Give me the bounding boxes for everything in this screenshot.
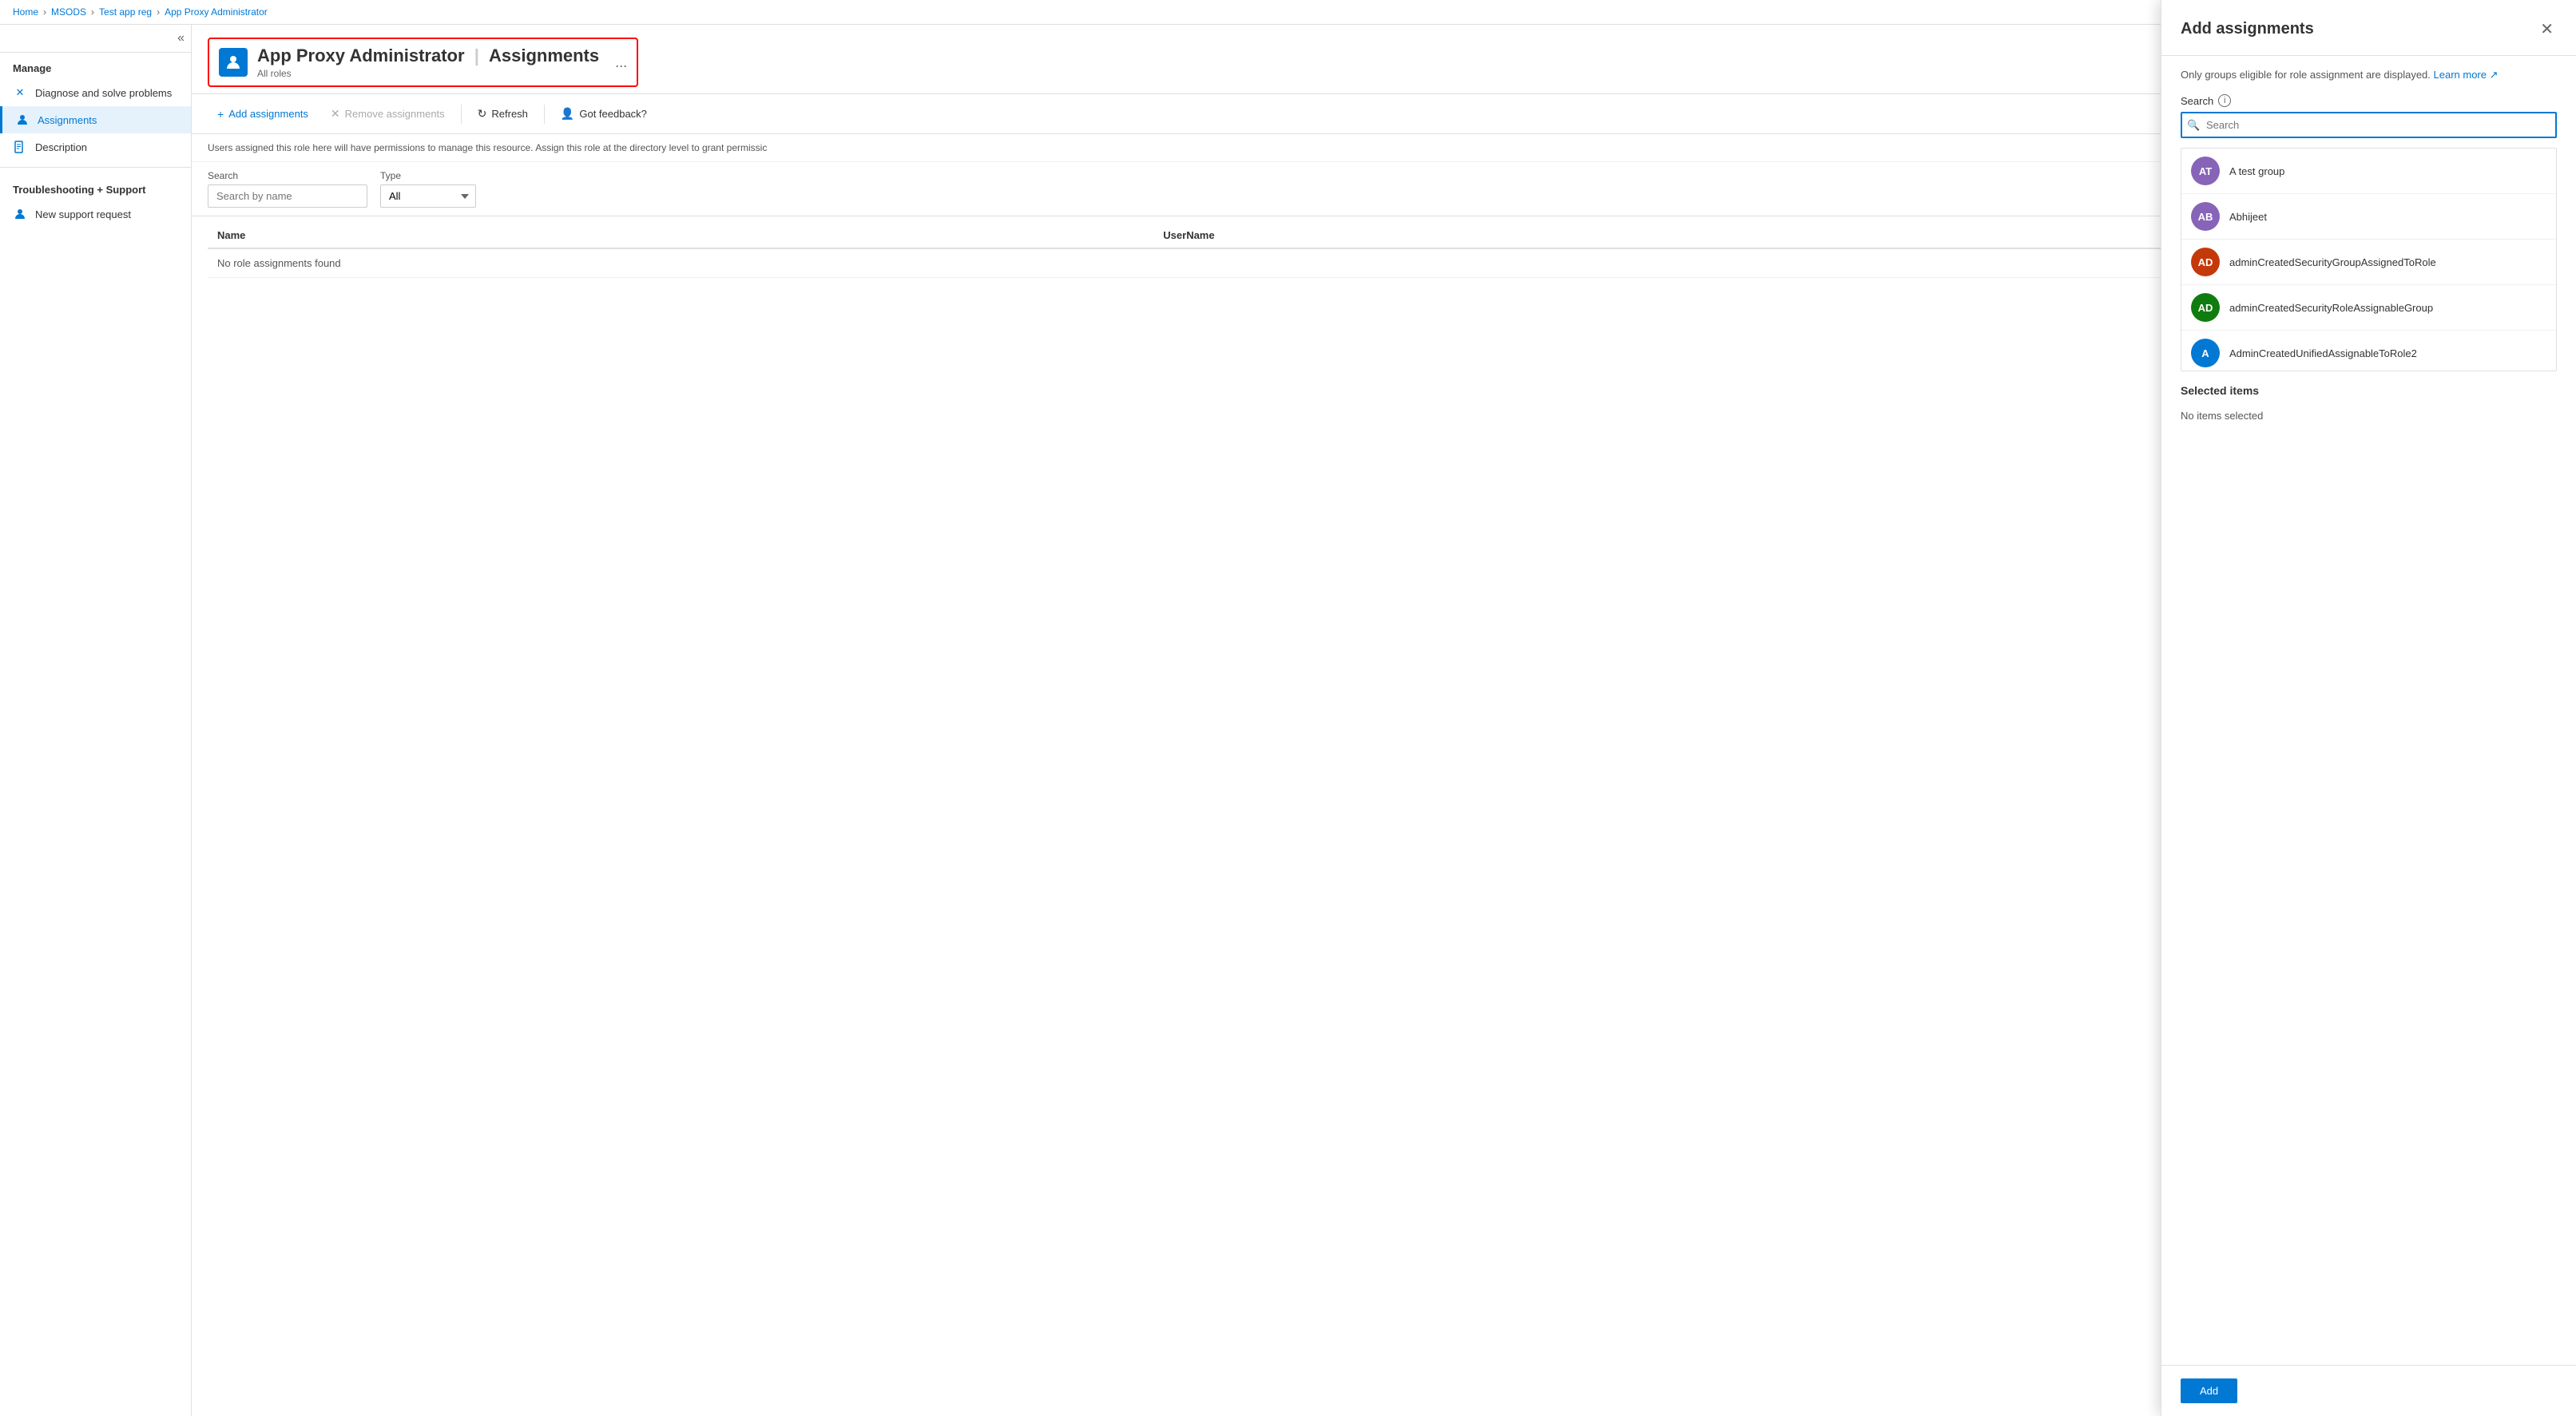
no-items-text: No items selected bbox=[2181, 403, 2557, 428]
sidebar-item-support[interactable]: New support request bbox=[0, 200, 191, 228]
breadcrumb-home[interactable]: Home bbox=[13, 6, 38, 18]
panel-search-wrap: 🔍 bbox=[2181, 112, 2557, 138]
document-icon bbox=[13, 140, 27, 154]
avatar-at: AT bbox=[2191, 157, 2220, 185]
panel-body: Only groups eligible for role assignment… bbox=[2161, 56, 2576, 1365]
page-icon bbox=[219, 48, 248, 77]
feedback-icon: 👤 bbox=[561, 107, 574, 121]
feedback-button[interactable]: 👤 Got feedback? bbox=[551, 102, 657, 125]
sidebar-item-description-label: Description bbox=[35, 141, 87, 153]
group-name-ad1: adminCreatedSecurityGroupAssignedToRole bbox=[2229, 256, 2436, 268]
type-filter-label: Type bbox=[380, 170, 476, 181]
manage-section-label: Manage bbox=[0, 53, 191, 79]
search-input[interactable] bbox=[208, 184, 367, 208]
sidebar-item-assignments[interactable]: Assignments bbox=[0, 106, 191, 133]
sidebar-collapse[interactable]: « bbox=[0, 25, 191, 53]
group-name-at: A test group bbox=[2229, 165, 2284, 177]
group-item-ad1[interactable]: AD adminCreatedSecurityGroupAssignedToRo… bbox=[2181, 240, 2556, 285]
remove-icon: ✕ bbox=[331, 107, 340, 121]
type-filter-group: Type All User Group Service Principal bbox=[380, 170, 476, 208]
learn-more-link[interactable]: Learn more ↗ bbox=[2434, 69, 2499, 81]
page-header-text: App Proxy Administrator | Assignments Al… bbox=[257, 46, 599, 79]
panel-header: Add assignments ✕ bbox=[2161, 0, 2576, 56]
group-item-at[interactable]: AT A test group bbox=[2181, 149, 2556, 194]
panel-title: Add assignments bbox=[2181, 20, 2314, 38]
panel-search-input[interactable] bbox=[2181, 112, 2557, 138]
refresh-button[interactable]: ↻ Refresh bbox=[468, 102, 538, 125]
add-assignments-button[interactable]: + Add assignments bbox=[208, 103, 318, 125]
group-item-ab[interactable]: AB Abhijeet bbox=[2181, 194, 2556, 240]
col-name: Name bbox=[208, 223, 1153, 248]
search-filter-label: Search bbox=[208, 170, 367, 181]
collapse-button[interactable]: « bbox=[177, 31, 185, 46]
sidebar-item-assignments-label: Assignments bbox=[38, 114, 97, 126]
breadcrumb-app-proxy[interactable]: App Proxy Administrator bbox=[165, 6, 268, 18]
more-options-button[interactable]: ... bbox=[615, 54, 627, 71]
add-button[interactable]: Add bbox=[2181, 1378, 2237, 1403]
add-icon: + bbox=[217, 108, 224, 121]
group-item-a[interactable]: A AdminCreatedUnifiedAssignableToRole2 bbox=[2181, 331, 2556, 371]
group-name-a: AdminCreatedUnifiedAssignableToRole2 bbox=[2229, 347, 2417, 359]
panel-search-icon: 🔍 bbox=[2187, 119, 2200, 132]
search-filter-group: Search bbox=[208, 170, 367, 208]
panel-close-button[interactable]: ✕ bbox=[2537, 16, 2557, 42]
toolbar-divider bbox=[461, 105, 462, 124]
breadcrumb-test-app-reg[interactable]: Test app reg bbox=[99, 6, 152, 18]
selected-items-label: Selected items bbox=[2181, 384, 2557, 397]
avatar-a: A bbox=[2191, 339, 2220, 367]
sidebar-item-description[interactable]: Description bbox=[0, 133, 191, 161]
remove-assignments-button[interactable]: ✕ Remove assignments bbox=[321, 102, 454, 125]
page-title: App Proxy Administrator | Assignments bbox=[257, 46, 599, 66]
sidebar: « Manage ✕ Diagnose and solve problems A… bbox=[0, 25, 192, 1416]
group-list: AT A test group AB Abhijeet AD adminCrea… bbox=[2181, 148, 2557, 371]
panel-description: Only groups eligible for role assignment… bbox=[2181, 69, 2557, 81]
toolbar-divider-2 bbox=[544, 105, 545, 124]
group-name-ad2: adminCreatedSecurityRoleAssignableGroup bbox=[2229, 302, 2433, 314]
breadcrumb-msods[interactable]: MSODS bbox=[51, 6, 86, 18]
user-icon bbox=[15, 113, 30, 127]
page-subtitle: All roles bbox=[257, 68, 599, 79]
support-icon bbox=[13, 207, 27, 221]
troubleshooting-label: Troubleshooting + Support bbox=[0, 174, 191, 200]
sidebar-item-support-label: New support request bbox=[35, 208, 131, 220]
avatar-ad2: AD bbox=[2191, 293, 2220, 322]
panel-search-label: Search i bbox=[2181, 94, 2557, 107]
type-select[interactable]: All User Group Service Principal bbox=[380, 184, 476, 208]
add-assignments-panel: Add assignments ✕ Only groups eligible f… bbox=[2161, 0, 2576, 1416]
wrench-icon: ✕ bbox=[13, 85, 27, 100]
avatar-ad1: AD bbox=[2191, 248, 2220, 276]
sidebar-item-diagnose-label: Diagnose and solve problems bbox=[35, 87, 172, 99]
group-name-ab: Abhijeet bbox=[2229, 211, 2267, 223]
refresh-icon: ↻ bbox=[478, 107, 487, 121]
header-outlined-box: App Proxy Administrator | Assignments Al… bbox=[208, 38, 638, 87]
group-item-ad2[interactable]: AD adminCreatedSecurityRoleAssignableGro… bbox=[2181, 285, 2556, 331]
sidebar-item-diagnose[interactable]: ✕ Diagnose and solve problems bbox=[0, 79, 191, 106]
avatar-ab: AB bbox=[2191, 202, 2220, 231]
info-icon: i bbox=[2218, 94, 2231, 107]
group-list-wrap: AT A test group AB Abhijeet AD adminCrea… bbox=[2181, 148, 2557, 371]
panel-footer: Add bbox=[2161, 1365, 2576, 1416]
sidebar-divider bbox=[0, 167, 191, 168]
